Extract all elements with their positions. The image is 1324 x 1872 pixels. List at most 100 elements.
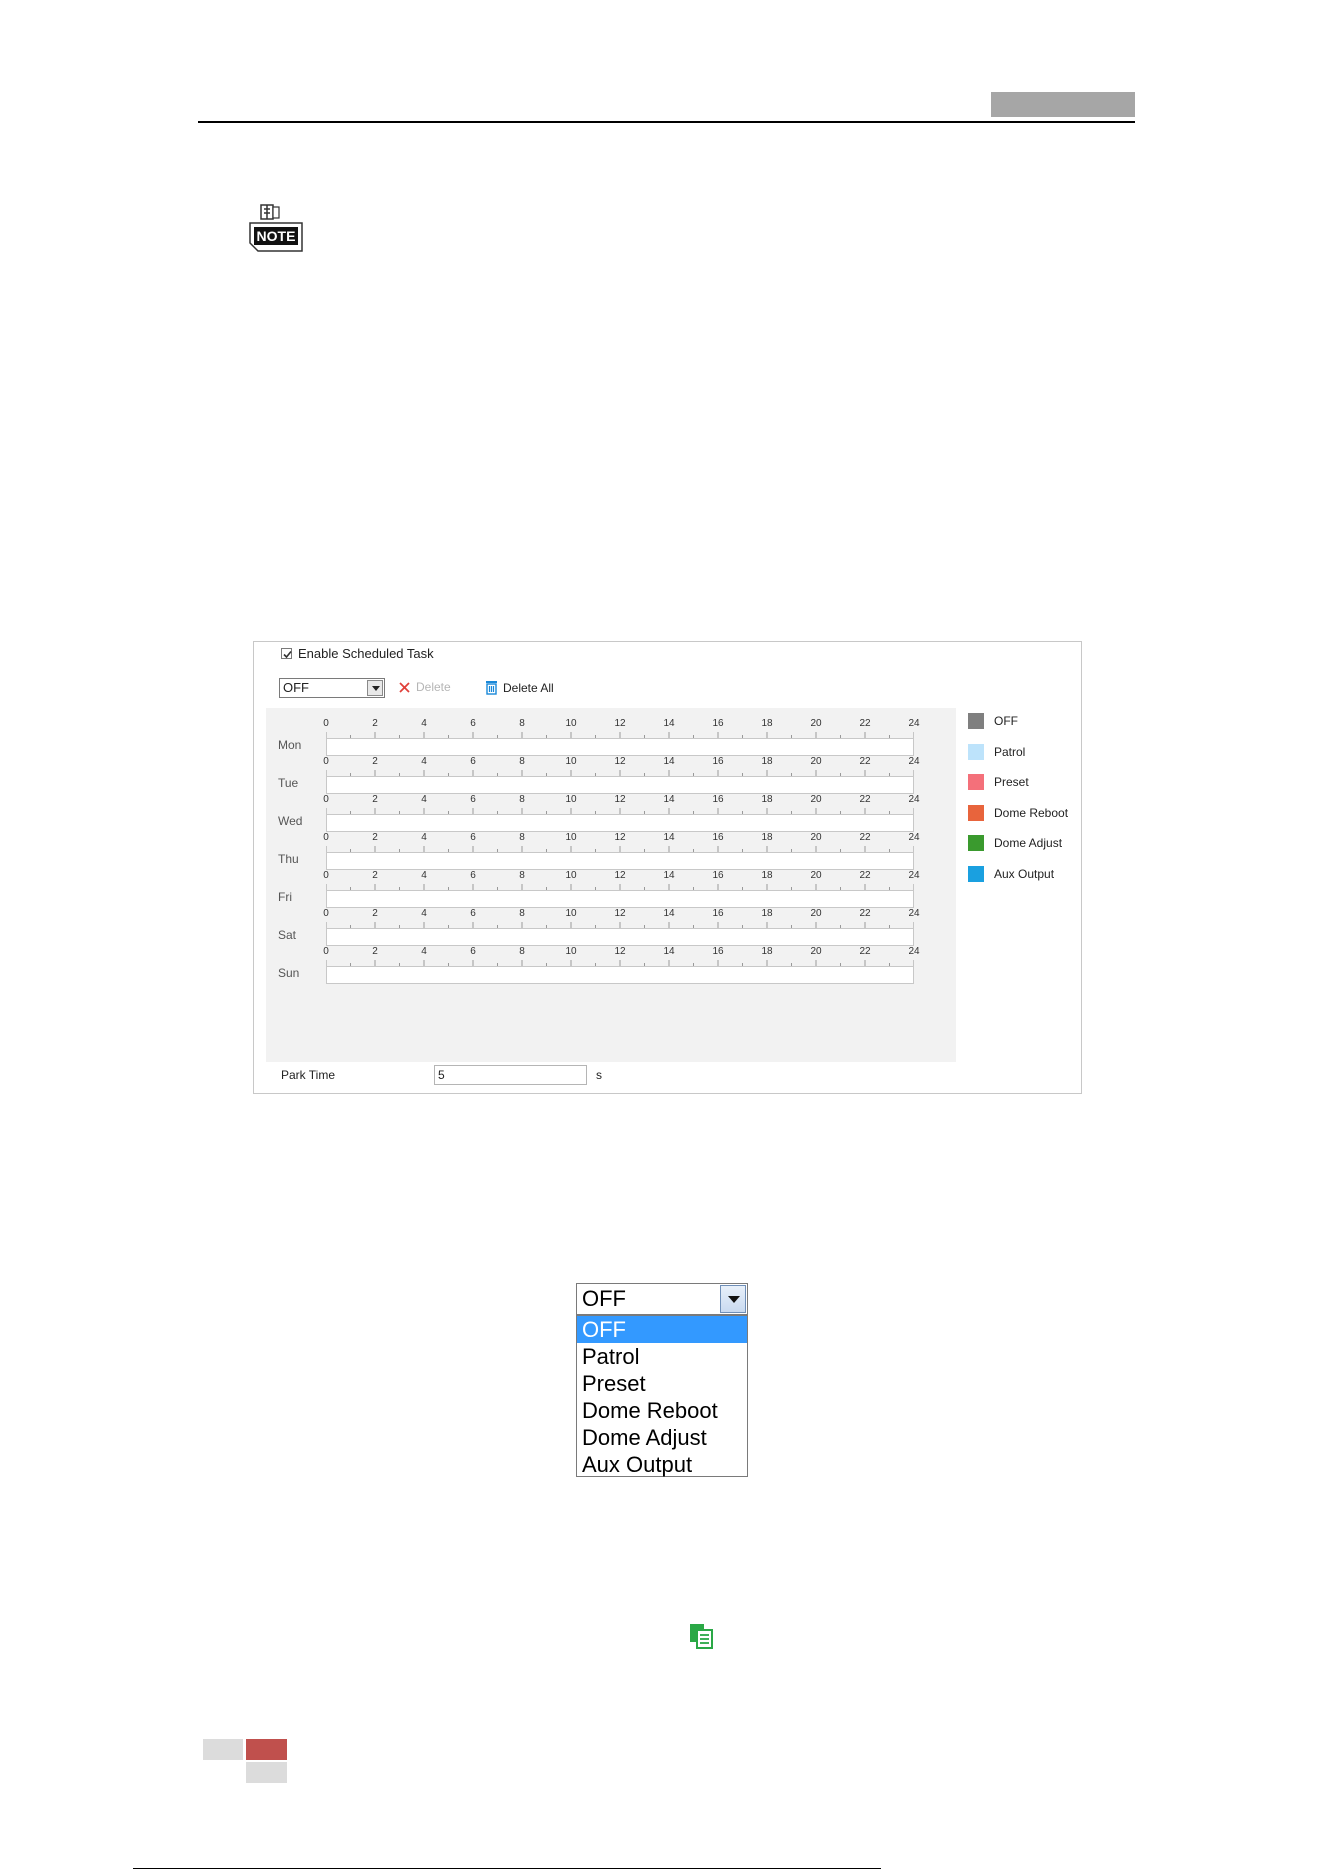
hour-label: 16 [712, 832, 724, 843]
hour-label: 16 [712, 756, 724, 767]
day-label-tue: Tue [278, 776, 299, 790]
hour-label: 10 [565, 870, 577, 881]
enable-scheduled-task-checkbox[interactable] [281, 648, 292, 659]
header-tab-block [991, 92, 1135, 117]
day-schedule-bar-fri[interactable] [326, 890, 914, 908]
day-label-fri: Fri [278, 890, 292, 904]
hour-label: 18 [761, 794, 773, 805]
hour-label: 24 [908, 756, 920, 767]
dropdown-option[interactable]: OFF [577, 1316, 747, 1343]
hour-label: 16 [712, 908, 724, 919]
hour-label: 0 [323, 908, 329, 919]
hour-label: 0 [323, 794, 329, 805]
hour-label: 14 [663, 908, 675, 919]
hour-label: 12 [614, 946, 626, 957]
task-type-select[interactable]: OFF [279, 678, 385, 698]
hour-label: 22 [859, 718, 871, 729]
legend-swatch [968, 743, 984, 760]
legend-label: Preset [994, 775, 1029, 790]
task-type-select-value: OFF [283, 680, 309, 695]
delete-all-button[interactable]: Delete All [485, 680, 554, 695]
hour-label: 16 [712, 718, 724, 729]
hour-label: 20 [810, 870, 822, 881]
legend-swatch [968, 713, 984, 730]
hour-label: 16 [712, 794, 724, 805]
hour-label: 6 [470, 870, 476, 881]
hour-label: 2 [372, 718, 378, 729]
enable-scheduled-task-row[interactable]: Enable Scheduled Task [281, 646, 434, 661]
hour-label: 2 [372, 870, 378, 881]
hour-label: 16 [712, 870, 724, 881]
dropdown-option[interactable]: Patrol [577, 1343, 747, 1370]
hour-label: 10 [565, 908, 577, 919]
hour-label: 16 [712, 946, 724, 957]
day-schedule-bar-tue[interactable] [326, 776, 914, 794]
hour-label: 18 [761, 946, 773, 957]
dropdown-option[interactable]: Dome Adjust [577, 1424, 747, 1451]
hour-label: 8 [519, 756, 525, 767]
hour-label: 0 [323, 832, 329, 843]
dropdown-options-list: OFF Patrol Preset Dome Reboot Dome Adjust Aux… [576, 1315, 748, 1477]
park-time-row: Park Time 5 s [281, 1064, 621, 1086]
dropdown-option[interactable]: Aux Output [577, 1451, 747, 1478]
delete-button[interactable]: Delete [398, 680, 451, 694]
chevron-down-icon[interactable] [367, 680, 383, 696]
header-rule [198, 121, 1135, 123]
hour-label: 4 [421, 794, 427, 805]
hour-label: 20 [810, 908, 822, 919]
trash-icon [486, 681, 497, 695]
legend-swatch [968, 835, 984, 852]
hour-label: 8 [519, 832, 525, 843]
hour-label: 12 [614, 870, 626, 881]
legend-swatch [968, 774, 984, 791]
scheduled-task-panel: Enable Scheduled Task OFF Delete Delete … [253, 641, 1082, 1094]
day-label-mon: Mon [278, 738, 302, 752]
hour-label: 24 [908, 794, 920, 805]
hour-label: 18 [761, 832, 773, 843]
hour-label: 2 [372, 832, 378, 843]
hour-label: 20 [810, 718, 822, 729]
hour-label: 22 [859, 794, 871, 805]
hour-label: 0 [323, 946, 329, 957]
day-schedule-bar-thu[interactable] [326, 852, 914, 870]
day-schedule-bar-mon[interactable] [326, 738, 914, 756]
dropdown-option[interactable]: Dome Reboot [577, 1397, 747, 1424]
hour-label: 6 [470, 832, 476, 843]
day-schedule-bar-sat[interactable] [326, 928, 914, 946]
chevron-down-icon[interactable] [720, 1285, 746, 1313]
hour-label: 24 [908, 870, 920, 881]
park-time-unit: s [596, 1068, 602, 1082]
hour-label: 4 [421, 718, 427, 729]
hour-label: 6 [470, 756, 476, 767]
hour-label: 4 [421, 908, 427, 919]
task-legend: OFF Patrol Preset Dome Reboot Dome Adjust Aux… [968, 706, 1068, 889]
hour-label: 24 [908, 832, 920, 843]
dropdown-option[interactable]: Preset [577, 1370, 747, 1397]
park-time-input[interactable]: 5 [434, 1065, 587, 1085]
legend-item: Dome Adjust [968, 828, 1068, 859]
dropdown-selected-value: OFF [582, 1286, 626, 1311]
hour-label: 24 [908, 908, 920, 919]
hour-label: 24 [908, 946, 920, 957]
hour-label: 22 [859, 756, 871, 767]
legend-swatch [968, 804, 984, 821]
hour-label: 8 [519, 908, 525, 919]
hour-label: 14 [663, 756, 675, 767]
day-schedule-bar-wed[interactable] [326, 814, 914, 832]
weekly-schedule-grid: 0 2 4 6 8 10 12 14 16 18 20 22 24 Mon 0 2 4 6 8 10 12 14 16 18 2… [266, 708, 956, 1062]
delete-label: Delete [416, 680, 451, 694]
legend-item: Preset [968, 767, 1068, 798]
footer-block-gray [246, 1762, 287, 1783]
hour-label: 6 [470, 946, 476, 957]
footer-block-accent [246, 1739, 287, 1760]
day-label-thu: Thu [278, 852, 299, 866]
day-label-sat: Sat [278, 928, 297, 942]
legend-item: Aux Output [968, 859, 1068, 890]
day-schedule-bar-sun[interactable] [326, 966, 914, 984]
copy-icon[interactable] [687, 1622, 715, 1650]
hour-label: 4 [421, 756, 427, 767]
hour-label: 20 [810, 832, 822, 843]
hour-label: 12 [614, 718, 626, 729]
park-time-label: Park Time [281, 1068, 336, 1082]
task-type-select-expanded[interactable]: OFF [576, 1283, 748, 1315]
